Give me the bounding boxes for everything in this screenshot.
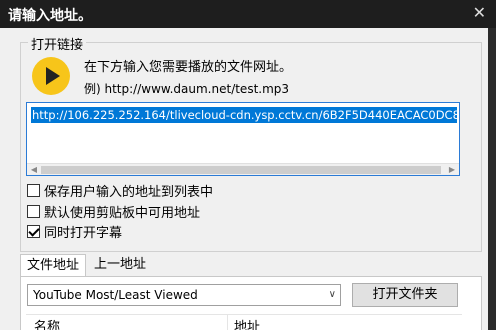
checkbox-label: 同时打开字幕 [44, 225, 123, 241]
play-icon [32, 57, 70, 95]
scroll-left-icon[interactable]: ◀ [29, 165, 39, 175]
checkbox-box[interactable] [27, 224, 40, 238]
column-header-name[interactable]: 名称 [34, 316, 60, 330]
title-bar: 请输入地址。 ✕ [0, 0, 496, 28]
checkbox-box[interactable] [27, 183, 40, 197]
url-input[interactable]: http://106.225.252.164/tlivecloud-cdn.ys… [26, 102, 460, 176]
window-title: 请输入地址。 [8, 8, 92, 24]
tab-bar: 文件地址 上一地址 [20, 254, 482, 276]
scroll-right-icon[interactable]: ▶ [447, 165, 457, 175]
column-divider[interactable] [227, 315, 228, 330]
instruction-text: 在下方输入您需要播放的文件网址。 [84, 60, 293, 75]
close-icon[interactable]: ✕ [473, 3, 486, 23]
window-edge [488, 28, 496, 330]
column-header-address[interactable]: 地址 [234, 316, 260, 330]
checkbox-open-subtitles[interactable]: 同时打开字幕 [27, 223, 123, 241]
group-legend: 打开链接 [28, 34, 87, 53]
checkbox-save-to-list[interactable]: 保存用户输入的地址到列表中 [27, 182, 214, 200]
open-folder-button[interactable]: 打开文件夹 [352, 283, 458, 307]
horizontal-scrollbar[interactable]: ◀ ▶ [27, 163, 459, 175]
checkbox-label: 默认使用剪贴板中可用地址 [44, 205, 201, 221]
scroll-thumb[interactable] [41, 166, 441, 174]
list-header: 名称 地址 [26, 314, 462, 330]
select-value: YouTube Most/Least Viewed [33, 288, 198, 302]
checkbox-label: 保存用户输入的地址到列表中 [44, 184, 214, 200]
chevron-down-icon[interactable]: ∨ [329, 285, 336, 305]
checkbox-box[interactable] [27, 204, 40, 218]
checkbox-use-clipboard[interactable]: 默认使用剪贴板中可用地址 [27, 203, 201, 221]
url-input-value[interactable]: http://106.225.252.164/tlivecloud-cdn.ys… [31, 107, 457, 123]
tab-file-address[interactable]: 文件地址 [20, 254, 87, 276]
tab-previous-address[interactable]: 上一地址 [88, 254, 152, 276]
example-text: 例) http://www.daum.net/test.mp3 [84, 82, 290, 96]
playlist-select[interactable]: YouTube Most/Least Viewed ∨ [27, 284, 341, 306]
